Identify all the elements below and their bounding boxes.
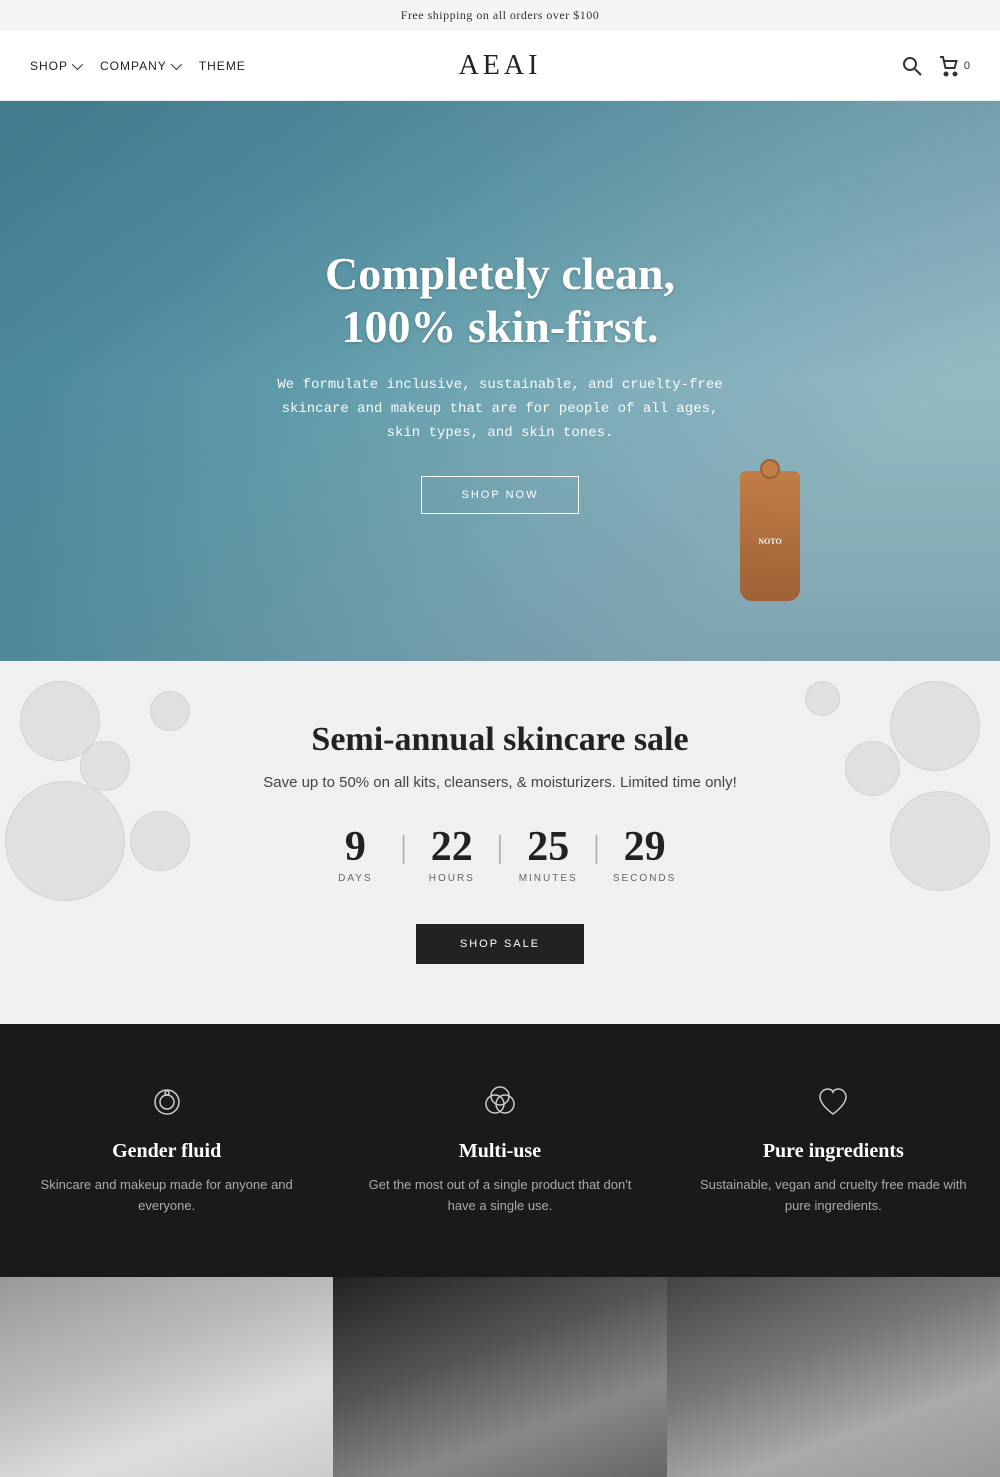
ring-icon <box>149 1084 185 1120</box>
separator-2: | <box>492 830 508 862</box>
search-icon <box>901 55 923 77</box>
sale-section: Semi-annual skincare sale Save up to 50%… <box>0 661 1000 1024</box>
seconds-label: SECONDS <box>613 873 676 884</box>
shop-sale-button[interactable]: SHOP SALE <box>416 924 584 964</box>
shop-now-button[interactable]: SHOP NOW <box>421 476 580 514</box>
theme-label: THEME <box>199 59 246 73</box>
sale-subtitle: Save up to 50% on all kits, cleansers, &… <box>40 774 960 791</box>
site-logo[interactable]: AEAI <box>459 50 542 82</box>
bottom-grid-item-2[interactable] <box>333 1277 666 1477</box>
bottom-grid-item-3[interactable] <box>667 1277 1000 1477</box>
bottom-grid-item-1[interactable] <box>0 1277 333 1477</box>
hours-number: 22 <box>431 826 473 868</box>
hero-section: Completely clean, 100% skin-first. We fo… <box>0 101 1000 661</box>
bottom-grid <box>0 1277 1000 1477</box>
minutes-number: 25 <box>527 826 569 868</box>
company-chevron-icon <box>171 58 182 69</box>
days-label: DAYS <box>338 873 373 884</box>
shop-nav-item[interactable]: SHOP <box>30 59 80 73</box>
cart-count: 0 <box>964 60 970 72</box>
cart-icon <box>938 55 960 77</box>
hero-product-image: NOTO <box>740 471 800 601</box>
feature-icon-wrapper-2 <box>363 1084 636 1120</box>
company-label: COMPANY <box>100 59 167 73</box>
header: SHOP COMPANY THEME AEAI 0 <box>0 31 1000 101</box>
hero-subtitle: We formulate inclusive, sustainable, and… <box>270 374 730 445</box>
company-nav-item[interactable]: COMPANY <box>100 59 179 73</box>
features-section: Gender fluid Skincare and makeup made fo… <box>0 1024 1000 1277</box>
banner-text: Free shipping on all orders over $100 <box>401 8 599 22</box>
countdown-hours: 22 HOURS <box>412 826 492 884</box>
feature-title-2: Multi-use <box>363 1140 636 1163</box>
feature-icon-wrapper-3 <box>697 1084 970 1120</box>
countdown-seconds: 29 SECONDS <box>605 826 685 884</box>
feature-icon-wrapper-1 <box>30 1084 303 1120</box>
feature-desc-3: Sustainable, vegan and cruelty free made… <box>697 1175 970 1217</box>
separator-3: | <box>588 830 604 862</box>
minutes-label: MINUTES <box>519 873 578 884</box>
countdown-days: 9 DAYS <box>315 826 395 884</box>
countdown-minutes: 25 MINUTES <box>508 826 588 884</box>
header-right: 0 <box>901 55 970 77</box>
days-number: 9 <box>345 826 366 868</box>
top-banner: Free shipping on all orders over $100 <box>0 0 1000 31</box>
separator-1: | <box>395 830 411 862</box>
countdown-timer: 9 DAYS | 22 HOURS | 25 MINUTES | 29 SECO… <box>40 826 960 884</box>
hero-content: Completely clean, 100% skin-first. We fo… <box>250 248 750 513</box>
theme-nav-item[interactable]: THEME <box>199 59 246 73</box>
circles-icon <box>482 1084 518 1120</box>
feature-title-1: Gender fluid <box>30 1140 303 1163</box>
shop-chevron-icon <box>72 58 83 69</box>
sale-title: Semi-annual skincare sale <box>40 721 960 759</box>
feature-gender-fluid: Gender fluid Skincare and makeup made fo… <box>0 1084 333 1217</box>
shop-label: SHOP <box>30 59 68 73</box>
hero-title: Completely clean, 100% skin-first. <box>270 248 730 354</box>
feature-multi-use: Multi-use Get the most out of a single p… <box>333 1084 666 1217</box>
heart-icon <box>815 1084 851 1120</box>
feature-title-3: Pure ingredients <box>697 1140 970 1163</box>
feature-desc-1: Skincare and makeup made for anyone and … <box>30 1175 303 1217</box>
search-button[interactable] <box>901 55 923 77</box>
cart-button[interactable]: 0 <box>938 55 970 77</box>
feature-desc-2: Get the most out of a single product tha… <box>363 1175 636 1217</box>
main-nav: SHOP COMPANY THEME <box>30 59 246 73</box>
feature-pure-ingredients: Pure ingredients Sustainable, vegan and … <box>667 1084 1000 1217</box>
seconds-number: 29 <box>624 826 666 868</box>
hours-label: HOURS <box>429 873 475 884</box>
